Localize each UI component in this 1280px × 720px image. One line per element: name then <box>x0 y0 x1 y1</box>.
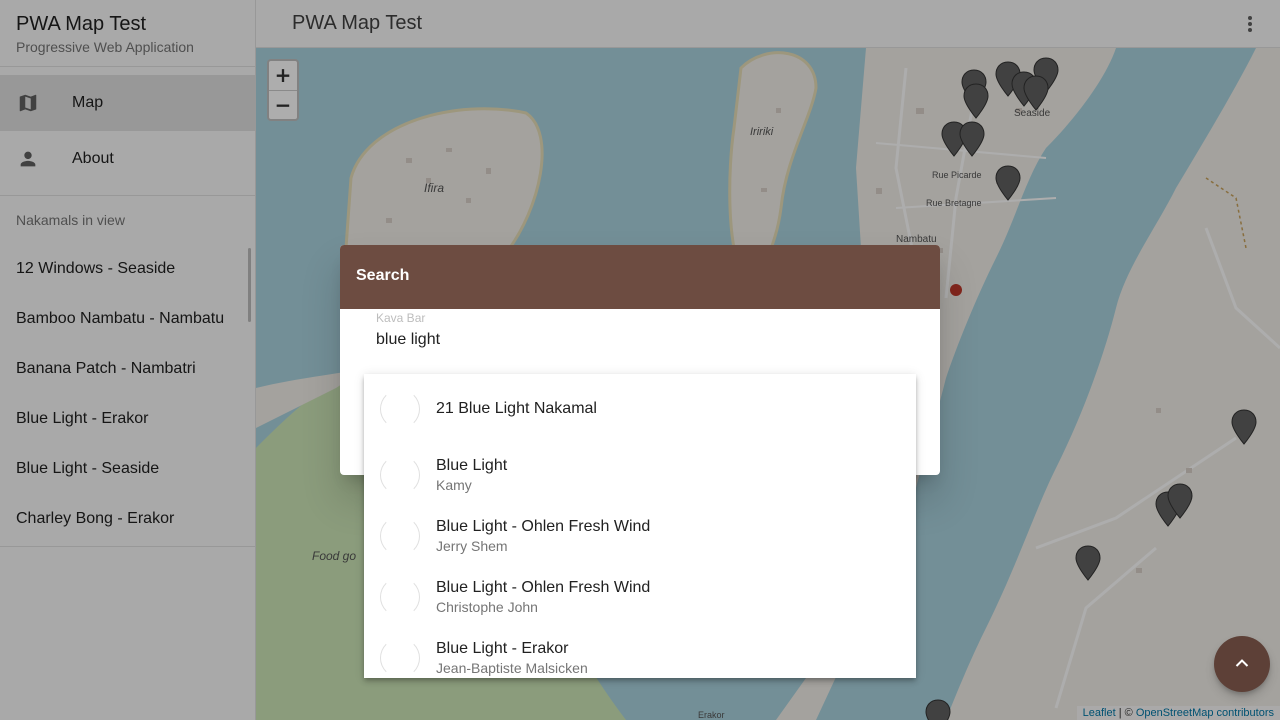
autocomplete-option[interactable]: Blue Light - Erakor Jean-Baptiste Malsic… <box>364 627 916 678</box>
autocomplete-option[interactable]: Blue Light - Ohlen Fresh Wind Christophe… <box>364 566 916 627</box>
option-title: Blue Light - Erakor <box>436 639 569 657</box>
scroll-top-button[interactable] <box>1214 636 1270 692</box>
search-field: Kava Bar <box>376 311 896 349</box>
option-subtitle: Kamy <box>436 476 472 493</box>
autocomplete-panel: 21 Blue Light Nakamal Blue Light Kamy Bl… <box>364 374 916 678</box>
avatar <box>380 454 420 495</box>
avatar <box>380 637 420 678</box>
option-title: 21 Blue Light Nakamal <box>436 400 597 417</box>
avatar <box>380 515 420 556</box>
autocomplete-option[interactable]: 21 Blue Light Nakamal <box>364 374 916 444</box>
autocomplete-option[interactable]: Blue Light - Ohlen Fresh Wind Jerry Shem <box>364 505 916 566</box>
option-title: Blue Light <box>436 456 508 474</box>
option-subtitle: Christophe John <box>436 598 538 615</box>
option-title: Blue Light - Ohlen Fresh Wind <box>436 517 651 535</box>
search-field-label: Kava Bar <box>376 311 426 325</box>
autocomplete-option[interactable]: Blue Light Kamy <box>364 444 916 505</box>
option-subtitle: Jean-Baptiste Malsicken <box>436 659 588 676</box>
dialog-title: Search <box>340 245 940 309</box>
option-subtitle: Jerry Shem <box>436 537 508 554</box>
avatar <box>380 576 420 617</box>
search-input[interactable] <box>376 331 896 349</box>
chevron-up-icon <box>1235 655 1249 673</box>
option-title: Blue Light - Ohlen Fresh Wind <box>436 578 651 596</box>
avatar <box>380 389 420 429</box>
